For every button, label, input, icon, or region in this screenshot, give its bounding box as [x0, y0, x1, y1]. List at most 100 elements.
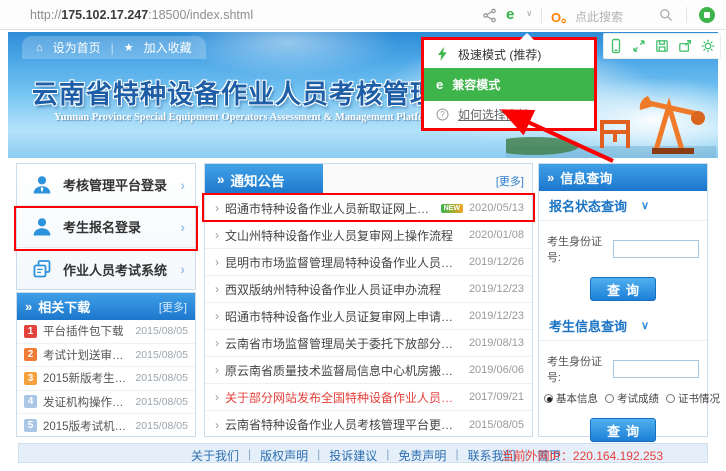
menu-item-how-to-choose[interactable]: ? 如何选择内核: [424, 101, 594, 128]
menu-item-speed-mode[interactable]: 极速模式 (推荐): [424, 40, 594, 68]
download-item[interactable]: 1 平台插件包下载 2015/08/05: [17, 320, 195, 344]
ie-kernel-icon[interactable]: e: [506, 6, 514, 23]
add-favorite-link[interactable]: 加入收藏: [144, 39, 192, 56]
login-item-candidate-registration[interactable]: 考生报名登录 ›: [17, 206, 195, 248]
url-text[interactable]: http://175.102.17.247:18500/index.shtml: [30, 8, 253, 22]
notice-item[interactable]: › 西双版纳州特种设备作业人员证申办流程 2019/12/23: [205, 276, 532, 303]
section-candidate-info[interactable]: 考生信息查询 ∨: [539, 311, 707, 341]
rank-badge: 3: [24, 372, 37, 385]
notice-title: 西双版纳州特种设备作业人员证申办流程: [225, 281, 441, 298]
downloads-more-link[interactable]: [更多]: [159, 299, 187, 315]
id-number-input[interactable]: [613, 360, 699, 378]
360-search-logo[interactable]: O。: [551, 7, 574, 26]
menu-item-label: 极速模式 (推荐): [458, 46, 541, 63]
radio-icon: [605, 394, 614, 403]
notice-item[interactable]: › 云南省市场监督管理局关于委托下放部分行政许可... 2019/08/13: [205, 330, 532, 357]
notice-title: 云南省特种设备作业人员考核管理平台更新至20...: [225, 416, 463, 433]
divider: |: [317, 447, 320, 464]
svg-text:?: ?: [440, 110, 445, 119]
download-item[interactable]: 5 2015版考试机构操... 2015/08/05: [17, 414, 195, 438]
notice-item[interactable]: › 云南省特种设备作业人员考核管理平台更新至20... 2015/08/05: [205, 411, 532, 438]
notice-title: 云南省市场监督管理局关于委托下放部分行政许可...: [225, 335, 463, 352]
set-home-link[interactable]: 设为首页: [53, 39, 101, 56]
query-header: » 信息查询: [539, 164, 707, 191]
home-icon: ⌂: [36, 42, 43, 54]
radio-icon: [544, 394, 553, 403]
lightning-icon: [436, 47, 449, 61]
kernel-mode-menu: 极速模式 (推荐) e 兼容模式 ? 如何选择内核: [421, 37, 597, 131]
divider: |: [386, 447, 389, 464]
query-title: 信息查询: [560, 168, 612, 187]
download-title: 平台插件包下载: [43, 323, 129, 339]
notice-item[interactable]: › 昆明市市场监督管理局特种设备作业人员复审流程... 2019/12/26: [205, 249, 532, 276]
rank-badge: 2: [24, 348, 37, 361]
mobile-icon[interactable]: [608, 38, 624, 54]
radio-icon: [666, 394, 675, 403]
rank-badge: 1: [24, 325, 37, 338]
site-subtitle: Yunnan Province Special Equipment Operat…: [54, 112, 437, 123]
browser-app-icon[interactable]: [699, 7, 715, 23]
footer-link-complaint[interactable]: 投诉建议: [329, 447, 377, 464]
question-icon: ?: [436, 108, 449, 121]
settings-gear-icon[interactable]: [700, 38, 716, 54]
login-item-label: 作业人员考试系统: [63, 260, 167, 279]
chevron-down-icon: ∨: [641, 199, 649, 212]
divider: |: [248, 447, 251, 464]
arrow-icon: ›: [215, 228, 219, 242]
notice-item[interactable]: › 文山州特种设备作业人员复审网上操作流程 2020/01/08: [205, 222, 532, 249]
notices-header: » 通知公告 [更多]: [205, 164, 532, 195]
arrow-icon: ›: [215, 336, 219, 350]
double-arrow-icon: »: [25, 299, 32, 314]
footer-link-copyright[interactable]: 版权声明: [260, 447, 308, 464]
notice-title: 昭通市特种设备作业人员证复审网上申请流程及相...: [225, 308, 463, 325]
cloud-decoration: [178, 32, 398, 77]
id-number-input[interactable]: [613, 240, 699, 258]
new-badge: NEW: [441, 204, 463, 213]
footer-link-about[interactable]: 关于我们: [191, 447, 239, 464]
downloads-panel: » 相关下载 [更多] 1 平台插件包下载 2015/08/05 2 考试计划送…: [16, 292, 196, 437]
browser-address-bar: http://175.102.17.247:18500/index.shtml …: [0, 0, 726, 30]
notices-more-link[interactable]: [更多]: [496, 173, 524, 189]
login-panel: 考核管理平台登录 › 考生报名登录 › 作业人员考试系统 ›: [16, 163, 196, 290]
download-item[interactable]: 4 发证机构操作手册 2015/08/05: [17, 391, 195, 415]
search-input[interactable]: 点此搜索: [575, 8, 623, 25]
menu-item-compat-mode[interactable]: e 兼容模式: [424, 68, 594, 101]
arrow-icon: ›: [215, 282, 219, 296]
download-item[interactable]: 3 2015新版考生操作... 2015/08/05: [17, 367, 195, 391]
downloads-header: » 相关下载 [更多]: [17, 293, 195, 320]
radio-certificate[interactable]: 证书情况: [666, 391, 720, 406]
notice-date: 2019/06/06: [469, 364, 524, 376]
rank-badge: 4: [24, 395, 37, 408]
footer-link-disclaimer[interactable]: 免责声明: [398, 447, 446, 464]
fullscreen-icon[interactable]: [631, 38, 647, 54]
notice-item[interactable]: › 原云南省质量技术监督局信息中心机房搬迁公告 2019/06/06: [205, 357, 532, 384]
share-icon[interactable]: [482, 8, 497, 28]
login-item-assessment-platform[interactable]: 考核管理平台登录 ›: [17, 164, 195, 206]
radio-basic-info[interactable]: 基本信息: [544, 391, 598, 406]
notice-date: 2019/12/23: [469, 310, 524, 322]
notice-item[interactable]: › 昭通市特种设备作业人员新取证网上报名流程 NEW 2020/05/13: [205, 195, 532, 222]
arrow-icon: ›: [215, 309, 219, 323]
notice-date: 2019/12/26: [469, 256, 524, 268]
radio-label: 证书情况: [678, 391, 720, 406]
menu-caret: [520, 26, 534, 40]
export-icon[interactable]: [677, 38, 693, 54]
search-icon[interactable]: [658, 7, 674, 28]
radio-exam-score[interactable]: 考试成绩: [605, 391, 659, 406]
notice-date: 2019/08/13: [469, 337, 524, 349]
chevron-right-icon: ›: [180, 219, 185, 235]
login-item-exam-system[interactable]: 作业人员考试系统 ›: [17, 248, 195, 290]
kernel-chevron-down-icon[interactable]: ∨: [526, 8, 533, 19]
notice-date: 2020/05/13: [469, 202, 524, 214]
notice-item[interactable]: › 关于部分网站发布全国特种设备作业人员不实信息... 2017/09/21: [205, 384, 532, 411]
save-icon[interactable]: [654, 38, 670, 54]
notices-tab: » 通知公告: [205, 164, 323, 195]
notice-title: 文山州特种设备作业人员复审网上操作流程: [225, 227, 453, 244]
query-button[interactable]: 查询: [590, 277, 656, 301]
query-button[interactable]: 查询: [590, 418, 656, 442]
notice-item[interactable]: › 昭通市特种设备作业人员证复审网上申请流程及相... 2019/12/23: [205, 303, 532, 330]
download-item[interactable]: 2 考试计划送审、审核 ... 2015/08/05: [17, 344, 195, 368]
menu-item-label: 兼容模式: [452, 76, 500, 93]
notice-date: 2019/12/23: [469, 283, 524, 295]
section-registration-status[interactable]: 报名状态查询 ∨: [539, 191, 707, 221]
